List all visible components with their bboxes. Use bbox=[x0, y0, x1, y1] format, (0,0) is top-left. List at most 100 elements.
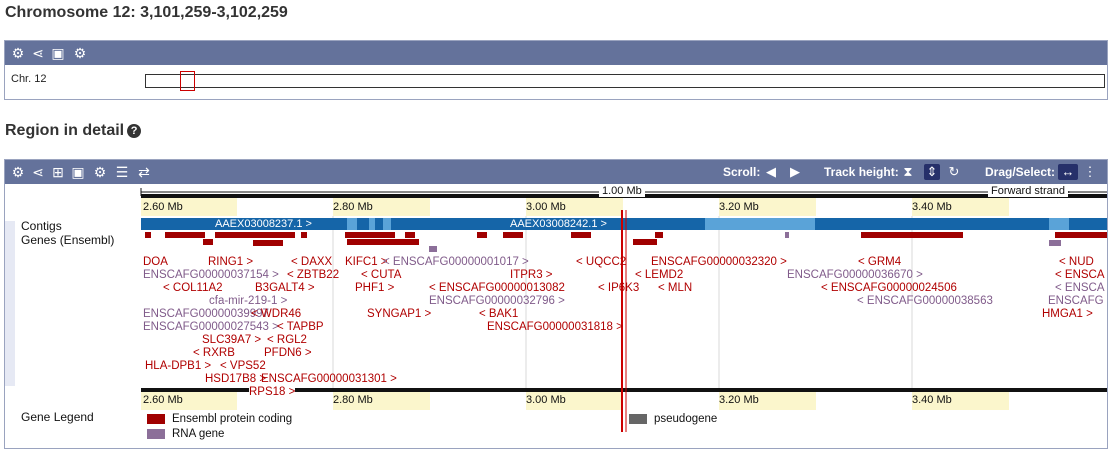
gene-label[interactable]: ENSCAFG00000027543 > bbox=[143, 321, 279, 333]
gene-label[interactable]: KIFC1 > bbox=[345, 256, 388, 268]
gene-block bbox=[1055, 232, 1107, 238]
contig-segment-light bbox=[383, 218, 391, 230]
gene-label[interactable]: ITPR3 > bbox=[510, 269, 553, 281]
chromosome-label: Chr. 12 bbox=[11, 73, 47, 85]
gene-label[interactable]: < RGL2 bbox=[267, 334, 307, 346]
gear-icon[interactable]: ⚙ bbox=[9, 163, 27, 181]
contig-segment-light bbox=[705, 218, 815, 230]
share-icon[interactable]: ⋖ bbox=[29, 44, 47, 62]
region-detail-panel: ⚙ ⋖ ⊞ ▣ ⚙ ☰ ⇄ Scroll: ◀ ▶ Track height: … bbox=[4, 159, 1108, 449]
contig-label[interactable]: AAEX03008237.1 > bbox=[215, 218, 312, 230]
gene-label[interactable]: < COL11A2 bbox=[163, 282, 223, 294]
ruler-band-white bbox=[430, 392, 526, 410]
gene-label[interactable]: < UQCC2 bbox=[576, 256, 626, 268]
gene-block bbox=[145, 232, 151, 238]
gene-label[interactable]: ENSCAFG00000031301 > bbox=[261, 373, 397, 385]
gene-label[interactable]: ENSCAFG00000037154 > bbox=[143, 269, 279, 281]
gene-label[interactable]: < NUD bbox=[1059, 256, 1094, 268]
config-tracks-icon[interactable]: ⚙ bbox=[71, 44, 89, 62]
gene-label[interactable]: < BAK1 bbox=[479, 308, 518, 320]
gene-label[interactable]: PHF1 > bbox=[355, 282, 394, 294]
share-icon[interactable]: ⋖ bbox=[29, 163, 47, 181]
gene-block bbox=[165, 232, 205, 238]
gene-label[interactable]: PFDN6 > bbox=[264, 347, 312, 359]
ruler-band-white bbox=[623, 392, 719, 410]
detail-body: Contigs Genes (Ensembl) Gene Legend 1.00… bbox=[5, 184, 1107, 448]
drag-select-label: Drag/Select: bbox=[985, 165, 1056, 179]
gene-label[interactable]: ENSCAFG bbox=[1048, 295, 1104, 307]
gene-label[interactable]: < ENSCAFG00000013082 bbox=[429, 282, 565, 294]
gene-block bbox=[655, 232, 663, 238]
drag-mode-icon[interactable]: ↔ bbox=[1058, 164, 1078, 180]
legend-rna-gene: RNA gene bbox=[172, 428, 225, 440]
gene-block bbox=[347, 239, 419, 245]
image-export-icon[interactable]: ▣ bbox=[69, 163, 87, 181]
expand-height-icon[interactable]: ⇕ bbox=[924, 164, 940, 180]
ruler-tick: 2.80 Mb bbox=[333, 394, 373, 406]
gene-label[interactable]: < MLN bbox=[658, 282, 692, 294]
config-tracks-icon[interactable]: ⚙ bbox=[91, 163, 109, 181]
gene-label[interactable]: ENSCAFG00000032796 > bbox=[429, 295, 565, 307]
gene-label[interactable]: ENSCAFG00000031818 > bbox=[487, 321, 623, 333]
chromosome-ideogram[interactable] bbox=[145, 71, 1105, 91]
track-list-icon[interactable]: ☰ bbox=[113, 163, 131, 181]
gene-block bbox=[345, 232, 395, 238]
gene-label[interactable]: < CUTA bbox=[361, 269, 401, 281]
ruler-tick: 3.20 Mb bbox=[719, 201, 759, 213]
scroll-left-icon[interactable]: ◀ bbox=[763, 164, 779, 180]
gene-block bbox=[633, 239, 657, 245]
gene-label[interactable]: < ENSCAFG00000001017 > bbox=[383, 256, 529, 268]
ruler-tick: 2.60 Mb bbox=[143, 201, 183, 213]
gene-label[interactable]: < ENSCA bbox=[1055, 282, 1105, 294]
gene-label[interactable]: < ENSCAFG00000024506 bbox=[821, 282, 957, 294]
gene-label[interactable]: < GRM4 bbox=[858, 256, 901, 268]
refresh-icon[interactable]: ↻ bbox=[946, 164, 962, 180]
gene-block bbox=[405, 232, 415, 238]
gene-label[interactable]: RING1 > bbox=[208, 256, 253, 268]
ruler-band-white bbox=[430, 198, 526, 216]
legend-swatch-protein-coding bbox=[147, 414, 165, 424]
chromosome-overview-panel: ⚙ ⋖ ▣ ⚙ Chr. 12 bbox=[4, 40, 1108, 100]
gene-label[interactable]: SYNGAP1 > bbox=[367, 308, 431, 320]
ruler-tick: 3.40 Mb bbox=[912, 394, 952, 406]
gene-label[interactable]: < WDR46 bbox=[251, 308, 301, 320]
page-title: Chromosome 12: 3,101,259-3,102,259 bbox=[5, 4, 288, 21]
gene-label[interactable]: < LEMD2 bbox=[635, 269, 683, 281]
select-mode-icon[interactable]: ⋮ bbox=[1082, 164, 1098, 180]
resize-icon[interactable]: ⊞ bbox=[49, 163, 67, 181]
gene-label[interactable]: < ENSCAFG00000038563 bbox=[857, 295, 993, 307]
gene-label[interactable]: < ENSCA bbox=[1055, 269, 1105, 281]
gear-icon[interactable]: ⚙ bbox=[9, 44, 27, 62]
selected-region-box[interactable] bbox=[180, 71, 195, 91]
image-export-icon[interactable]: ▣ bbox=[49, 44, 67, 62]
gene-block bbox=[253, 240, 283, 246]
gene-label[interactable]: cfa-mir-219-1 > bbox=[209, 295, 287, 307]
gene-block bbox=[571, 232, 591, 238]
gene-label[interactable]: < TAPBP bbox=[277, 321, 324, 333]
contig-segment-light bbox=[1049, 218, 1069, 230]
gene-label[interactable]: HMGA1 > bbox=[1042, 308, 1093, 320]
ruler-band-white bbox=[237, 198, 333, 216]
gene-label[interactable]: < ZBTB22 bbox=[287, 269, 339, 281]
collapse-height-icon[interactable]: ⧗ bbox=[900, 164, 916, 180]
scroll-right-icon[interactable]: ▶ bbox=[787, 164, 803, 180]
gene-label[interactable]: < IP6K3 bbox=[598, 282, 639, 294]
contig-segment-light bbox=[369, 218, 375, 230]
gene-label[interactable]: RPS18 > bbox=[249, 386, 296, 398]
gene-label[interactable]: < VPS52 bbox=[220, 360, 266, 372]
gene-label[interactable]: HLA-DPB1 > bbox=[145, 360, 211, 372]
gene-label[interactable]: B3GALT4 > bbox=[255, 282, 315, 294]
gene-label[interactable]: ENSCAFG00000036670 > bbox=[787, 269, 923, 281]
gene-label[interactable]: HSD17B8 > bbox=[205, 373, 266, 385]
gene-label[interactable]: DOA bbox=[143, 256, 168, 268]
flip-strand-icon[interactable]: ⇄ bbox=[135, 163, 153, 181]
help-icon[interactable]: ? bbox=[127, 124, 142, 138]
gene-label[interactable]: < RXRB bbox=[193, 347, 235, 359]
contig-label[interactable]: AAEX03008242.1 > bbox=[510, 218, 607, 230]
ruler-tick: 2.80 Mb bbox=[333, 201, 373, 213]
gene-label[interactable]: SLC39A7 > bbox=[202, 334, 261, 346]
gene-label[interactable]: < DAXX bbox=[291, 256, 332, 268]
contig-segment-light bbox=[347, 218, 357, 230]
gene-label[interactable]: ENSCAFG00000032320 > bbox=[651, 256, 787, 268]
ruler-band-white bbox=[1009, 392, 1107, 410]
